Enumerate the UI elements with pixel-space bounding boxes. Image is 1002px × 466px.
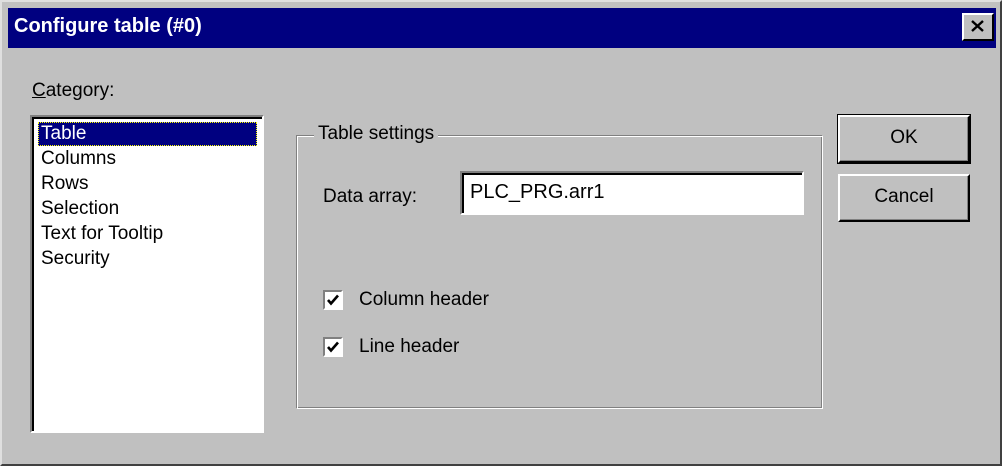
- ok-button[interactable]: OK: [837, 114, 971, 164]
- list-item-columns[interactable]: Columns: [38, 147, 119, 171]
- cancel-button[interactable]: Cancel: [838, 174, 970, 222]
- window-title: Configure table (#0): [14, 15, 202, 37]
- column-header-label[interactable]: Column header: [359, 289, 489, 311]
- list-item-text-for-tooltip[interactable]: Text for Tooltip: [38, 222, 166, 246]
- checkmark-icon: [327, 341, 339, 353]
- close-icon: [971, 20, 984, 32]
- title-bar[interactable]: Configure table (#0): [8, 8, 996, 48]
- list-item-security[interactable]: Security: [38, 247, 113, 271]
- checkmark-icon: [327, 294, 339, 306]
- close-button[interactable]: [962, 13, 994, 41]
- list-item-selection[interactable]: Selection: [38, 197, 122, 221]
- data-array-input[interactable]: PLC_PRG.arr1: [460, 171, 804, 215]
- data-array-label: Data array:: [323, 186, 417, 207]
- data-array-value[interactable]: PLC_PRG.arr1: [462, 173, 802, 213]
- line-header-checkbox[interactable]: [323, 337, 343, 357]
- column-header-checkbox[interactable]: [323, 290, 343, 310]
- line-header-label[interactable]: Line header: [359, 336, 459, 358]
- category-label: Category:: [32, 80, 115, 101]
- configure-table-dialog: Configure table (#0) Category: Table Col…: [0, 0, 1002, 466]
- list-item-table[interactable]: Table: [38, 122, 257, 146]
- list-item-rows[interactable]: Rows: [38, 172, 92, 196]
- category-listbox[interactable]: Table Columns Rows Selection Text for To…: [30, 115, 264, 433]
- table-settings-title: Table settings: [314, 123, 439, 145]
